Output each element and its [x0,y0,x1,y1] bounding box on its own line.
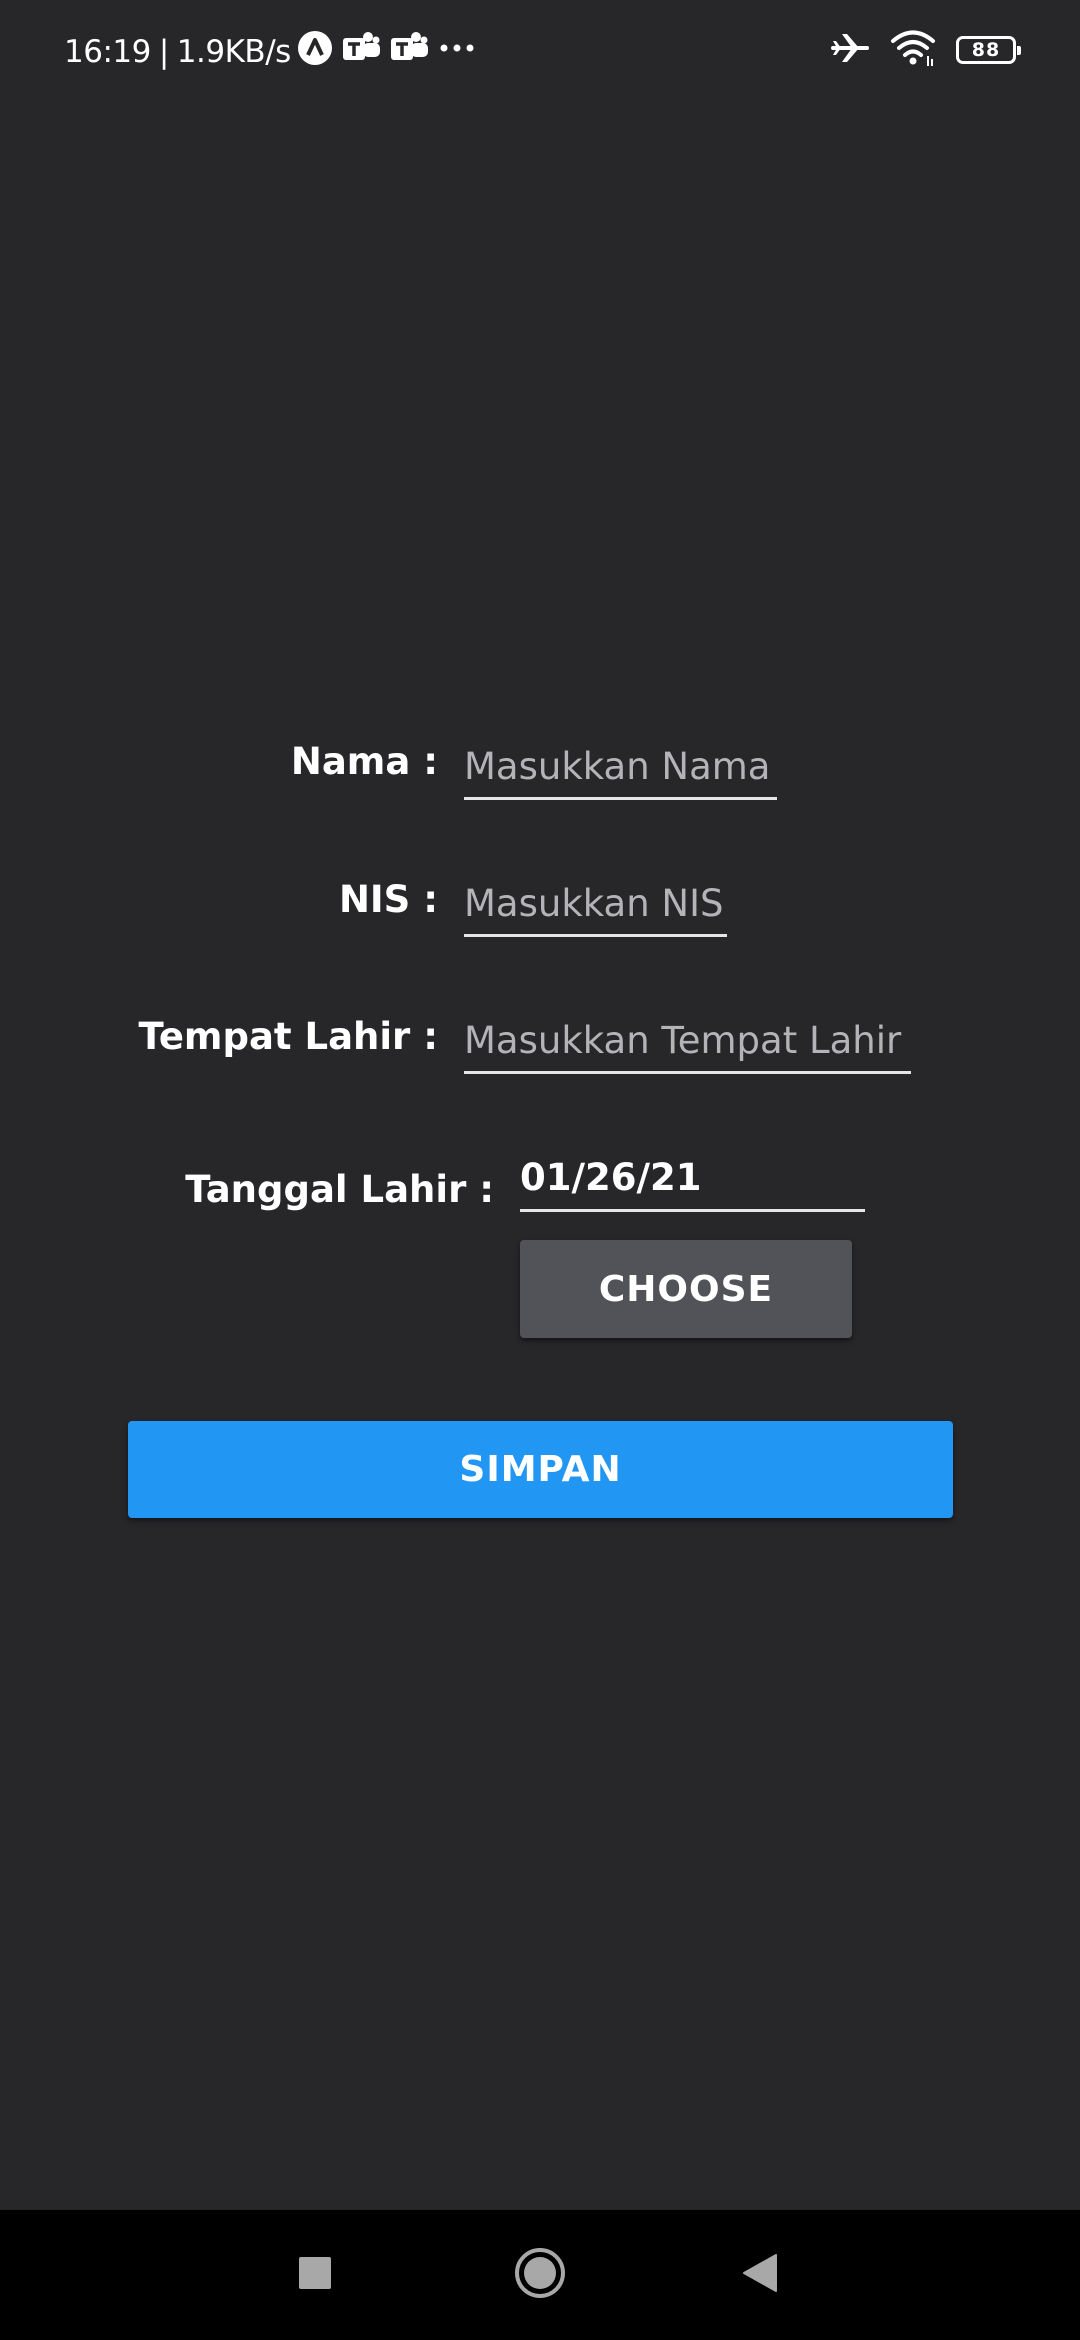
status-time: 16:19 [64,34,151,70]
recents-square-icon [298,2256,332,2294]
airplane-mode-icon [830,28,870,72]
tempat-lahir-field-container [464,1012,911,1074]
home-button[interactable] [480,2210,600,2340]
more-dots-icon [437,30,477,74]
back-triangle-icon [741,2253,779,2297]
wifi-icon [890,28,936,72]
tanggal-lahir-label: Tanggal Lahir : [185,1168,494,1211]
battery-icon: 88 [956,36,1021,64]
navigation-bar [0,2210,1080,2340]
simpan-button-label: SIMPAN [459,1449,622,1490]
nis-input[interactable] [464,875,727,931]
tempat-lahir-label: Tempat Lahir : [138,1015,439,1058]
status-bar: 16:19 | 1.9KB/s 88 [0,0,1080,100]
choose-button-label: CHOOSE [598,1268,774,1310]
network-speed: 1.9KB/s [176,34,292,70]
app-a-icon [297,30,333,74]
nis-label: NIS : [338,878,438,921]
teams-icon [389,30,429,74]
nama-label: Nama : [290,740,438,783]
nis-field-container [464,875,727,937]
tanggal-lahir-field[interactable]: 01/26/21 [520,1150,865,1212]
battery-level: 88 [971,39,1001,61]
nama-field-container [464,738,777,800]
teams-icon [341,30,381,74]
status-right-group: 88 [830,28,1021,72]
tempat-lahir-input[interactable] [464,1012,911,1068]
recents-button[interactable] [255,2210,375,2340]
status-separator: | [158,34,169,70]
status-left-group: 16:19 | 1.9KB/s [64,30,477,74]
simpan-button[interactable]: SIMPAN [128,1421,953,1518]
back-button[interactable] [700,2210,820,2340]
choose-date-button[interactable]: CHOOSE [520,1240,852,1338]
nama-input[interactable] [464,738,777,794]
home-circle-icon [513,2246,567,2304]
tanggal-lahir-value: 01/26/21 [520,1156,702,1199]
notification-icons [297,30,477,74]
